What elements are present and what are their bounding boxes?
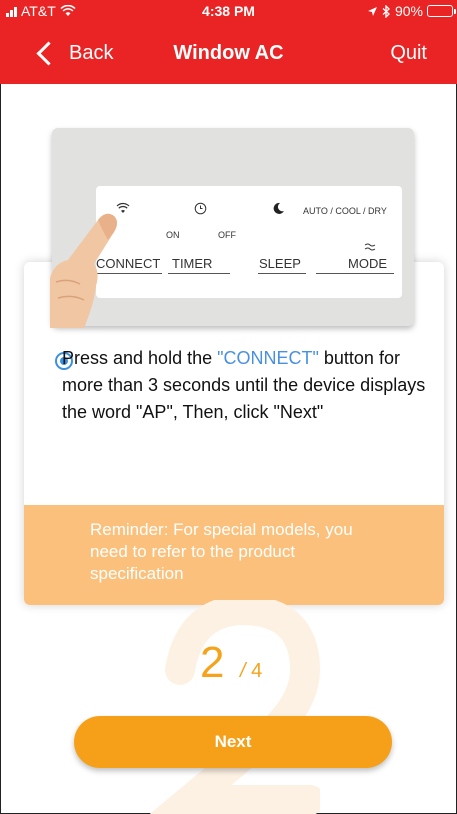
status-bar: AT&T 4:38 PM 90% bbox=[0, 0, 457, 22]
reminder-text: Reminder: For special models, you need t… bbox=[24, 505, 444, 605]
fan-icon bbox=[364, 243, 376, 251]
timer-label: TIMER bbox=[172, 256, 213, 271]
status-right: 90% bbox=[367, 3, 456, 19]
divider bbox=[168, 273, 230, 274]
device-control-panel: AUTO / COOL / DRY ON OFF CONNECT TIMER S… bbox=[96, 186, 402, 298]
instruction-highlight: "CONNECT" bbox=[217, 348, 319, 368]
sleep-label: SLEEP bbox=[259, 256, 301, 271]
step-separator: / bbox=[240, 660, 246, 682]
location-icon bbox=[367, 6, 377, 16]
quit-button[interactable]: Quit bbox=[390, 42, 427, 65]
step-total: / 4 bbox=[240, 660, 262, 683]
clock-icon bbox=[194, 202, 207, 215]
finger-pointer-illustration bbox=[50, 213, 117, 328]
instruction-text: Press and hold the "CONNECT" button for … bbox=[62, 345, 427, 426]
nav-bar: Back Window AC Quit bbox=[0, 22, 457, 84]
mode-label: MODE bbox=[348, 256, 387, 271]
on-label: ON bbox=[166, 230, 180, 240]
battery-icon bbox=[427, 5, 456, 17]
divider bbox=[316, 273, 394, 274]
instruction-prefix: Press and hold the bbox=[62, 348, 218, 368]
page-title: Window AC bbox=[173, 42, 284, 64]
modes-label: AUTO / COOL / DRY bbox=[303, 206, 387, 216]
off-label: OFF bbox=[218, 230, 236, 240]
battery-percent: 90% bbox=[394, 3, 423, 19]
step-current: 2 bbox=[200, 638, 225, 687]
moon-icon bbox=[273, 202, 284, 214]
step-total-value: 4 bbox=[251, 660, 263, 682]
bluetooth-icon bbox=[382, 4, 390, 18]
divider bbox=[258, 273, 306, 274]
next-button[interactable]: Next bbox=[74, 716, 392, 768]
large-step-watermark bbox=[150, 600, 320, 814]
